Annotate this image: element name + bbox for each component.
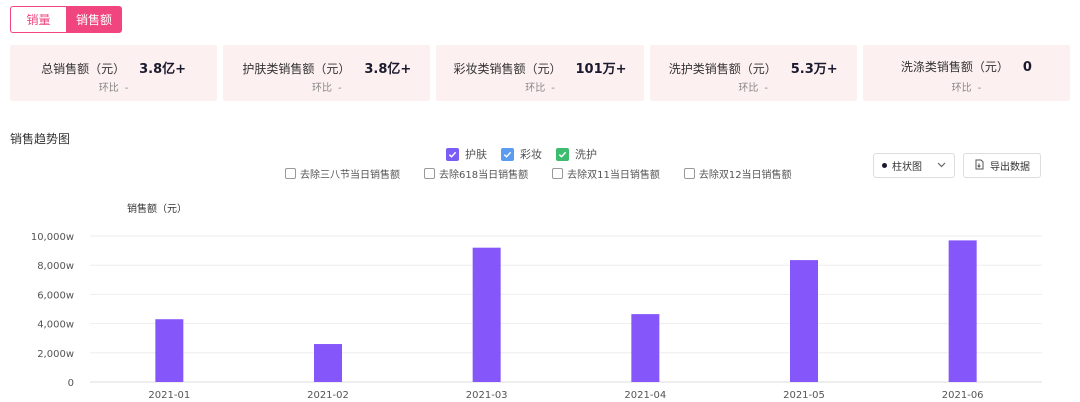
- bullet-icon: [882, 163, 887, 168]
- y-tick-label: 8,000w: [37, 261, 74, 272]
- holiday-filters: 去除三八节当日销售额 去除618当日销售额 去除双11当日销售额 去除双12当日…: [285, 166, 792, 181]
- checkbox-icon: [285, 168, 296, 179]
- stat-card-detergent: 洗涤类销售额（元） 0 环比 -: [862, 45, 1071, 101]
- stat-value: 3.8亿+: [364, 62, 412, 77]
- stat-card-skincare: 护肤类销售额（元） 3.8亿+ 环比 -: [223, 45, 431, 101]
- checkbox-checked-icon: [556, 147, 569, 161]
- chart-type-select[interactable]: 柱状图: [873, 153, 955, 178]
- stat-label: 洗护类销售额（元）: [668, 62, 777, 76]
- y-axis-label: 销售额（元）: [127, 204, 187, 215]
- bar-2021-02: [314, 344, 342, 382]
- filter-label: 去除双12当日销售额: [698, 170, 792, 181]
- bar-2021-04: [631, 314, 660, 382]
- x-tick-label: 2021-04: [624, 390, 666, 401]
- bar-2021-06: [948, 240, 977, 382]
- legend-label: 彩妆: [520, 148, 542, 161]
- export-label: 导出数据: [990, 162, 1030, 173]
- checkbox-icon: [683, 168, 695, 179]
- checkbox-checked-icon: [446, 147, 459, 161]
- mom-value: -: [338, 83, 342, 94]
- x-tick-label: 2021-02: [307, 390, 349, 401]
- mom-value: -: [124, 83, 129, 94]
- sales-dashboard: 销量 销售额 总销售额（元） 3.8亿+ 环比 - 护肤类销售额（元） 3.8亿+ 环…: [0, 0, 1080, 402]
- toggle-sales-volume[interactable]: 销量: [10, 6, 66, 33]
- y-tick-label: 2,000w: [37, 349, 74, 360]
- mom-label: 环比: [738, 83, 759, 94]
- export-icon: [974, 159, 985, 173]
- stat-value: 3.8亿+: [139, 62, 187, 77]
- metric-toggle: 销量 销售额: [10, 6, 122, 33]
- bar-2021-05: [790, 260, 818, 382]
- mom-value: -: [551, 83, 555, 94]
- checkbox-icon: [424, 168, 435, 179]
- mom-value: -: [977, 83, 982, 94]
- y-tick-label: 0: [68, 378, 74, 389]
- export-button[interactable]: 导出数据: [963, 153, 1041, 178]
- chevron-down-icon: [937, 160, 946, 171]
- legend-label: 洗护: [575, 148, 597, 161]
- mom-value: -: [764, 83, 769, 94]
- y-tick-label: 4,000w: [37, 320, 74, 331]
- stat-cards: 总销售额（元） 3.8亿+ 环比 - 护肤类销售额（元） 3.8亿+ 环比 - 彩妆类销…: [10, 45, 1071, 101]
- sales-bar-chart: 0 2,000w 4,000w 6,000w 8,000w 10,000w 2021-01 2…: [31, 232, 1042, 401]
- x-tick-label: 2021-03: [466, 390, 508, 401]
- bar-2021-03: [472, 247, 501, 382]
- section-title: 销售趋势图: [10, 132, 71, 146]
- filter-label: 去除双11当日销售额: [567, 170, 660, 181]
- filter-label: 去除三八节当日销售额: [300, 170, 400, 181]
- legend-item-haircare[interactable]: 洗护: [556, 146, 597, 162]
- legend-item-makeup[interactable]: 彩妆: [501, 146, 542, 162]
- legend-label: 护肤: [465, 148, 487, 161]
- checkbox-icon: [552, 168, 564, 179]
- stat-value: 101万+: [575, 62, 627, 77]
- mom-label: 环比: [525, 83, 546, 94]
- stat-label: 洗涤类销售额（元）: [900, 60, 1009, 74]
- stat-value: 5.3万+: [790, 62, 838, 77]
- stat-label: 护肤类销售额（元）: [242, 62, 351, 76]
- stat-card-makeup: 彩妆类销售额（元） 101万+ 环比 -: [436, 45, 644, 101]
- stat-label: 总销售额（元）: [41, 62, 126, 76]
- stat-card-haircare: 洗护类销售额（元） 5.3万+ 环比 -: [649, 45, 857, 101]
- mom-label: 环比: [98, 83, 119, 94]
- filter-exclude-1111[interactable]: 去除双11当日销售额: [552, 166, 660, 181]
- x-tick-label: 2021-05: [783, 390, 825, 401]
- chart-type-value: 柱状图: [892, 162, 922, 173]
- mom-label: 环比: [312, 83, 332, 94]
- y-tick-label: 6,000w: [37, 290, 74, 301]
- legend-item-skincare[interactable]: 护肤: [446, 146, 487, 162]
- chart-legend: 护肤 彩妆 洗护: [446, 146, 597, 162]
- toggle-sales-amount[interactable]: 销售额: [66, 6, 122, 33]
- stat-label: 彩妆类销售额（元）: [453, 62, 562, 76]
- x-tick-label: 2021-01: [148, 390, 190, 401]
- y-tick-label: 10,000w: [31, 232, 74, 243]
- filter-exclude-618[interactable]: 去除618当日销售额: [424, 166, 528, 181]
- checkbox-checked-icon: [501, 147, 514, 161]
- filter-exclude-1212[interactable]: 去除双12当日销售额: [683, 166, 792, 181]
- filter-label: 去除618当日销售额: [439, 170, 529, 181]
- bar-2021-01: [155, 319, 184, 382]
- stat-card-total: 总销售额（元） 3.8亿+ 环比 -: [10, 45, 218, 101]
- filter-exclude-38[interactable]: 去除三八节当日销售额: [285, 166, 400, 181]
- x-tick-label: 2021-06: [942, 390, 984, 401]
- stat-value: 0: [1022, 60, 1032, 75]
- mom-label: 环比: [951, 83, 972, 94]
